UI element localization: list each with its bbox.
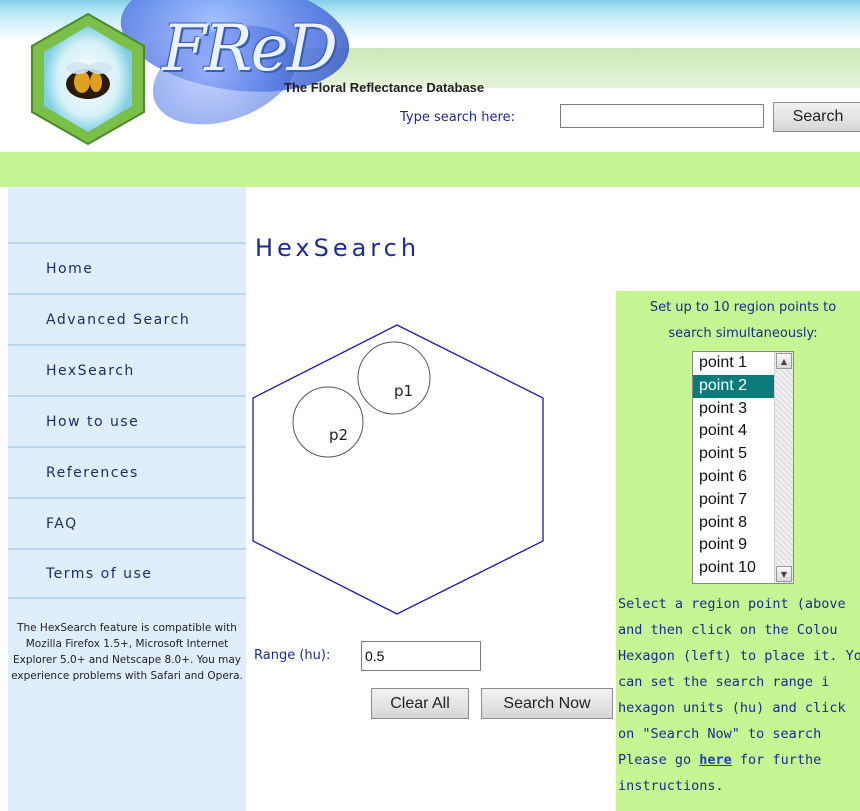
region-points-listbox[interactable]: point 1 point 2 point 3 point 4 point 5 … (692, 351, 794, 584)
listbox-option[interactable]: point 6 (693, 466, 779, 489)
listbox-option[interactable]: point 10 (693, 557, 779, 580)
instr-line: can set the search range i (618, 674, 830, 690)
site-logo-text: FReD (162, 12, 338, 86)
nav-item-how-to-use[interactable]: How to use (8, 395, 246, 446)
nav-item-advanced-search[interactable]: Advanced Search (8, 293, 246, 344)
listbox-option[interactable]: point 8 (693, 512, 779, 535)
page-title: HexSearch (255, 234, 421, 262)
panel-intro-line: search simultaneously: (668, 326, 818, 341)
instr-line: Hexagon (left) to place it. Yo (618, 648, 860, 664)
instr-line: Select a region point (above (618, 596, 846, 612)
panel-intro: Set up to 10 region points to search sim… (616, 295, 860, 347)
search-label: Type search here: (400, 110, 515, 125)
region-point-p2-label: p2 (329, 426, 348, 444)
nav-item-references[interactable]: References (8, 446, 246, 497)
range-label: Range (hu): (254, 648, 331, 663)
instr-line: hexagon units (hu) and click (618, 700, 846, 716)
listbox-option-selected[interactable]: point 2 (693, 374, 779, 398)
listbox-option[interactable]: point 3 (693, 398, 779, 421)
instructions-text: Select a region point (above and then cl… (618, 591, 860, 799)
search-input[interactable] (560, 104, 764, 128)
nav-item-faq[interactable]: FAQ (8, 497, 246, 548)
instr-line: for furthe (731, 752, 822, 768)
sidebar-nav: Home Advanced Search HexSearch How to us… (8, 242, 246, 599)
region-points-panel: Set up to 10 region points to search sim… (616, 291, 860, 811)
browser-compat-note: The HexSearch feature is compatible with… (11, 622, 243, 682)
search-now-button[interactable]: Search Now (481, 688, 613, 719)
scroll-up-icon[interactable]: ▲ (776, 353, 792, 369)
site-header: FReD The Floral Reflectance Database Typ… (0, 0, 860, 152)
bee-logo-icon[interactable] (28, 12, 148, 146)
listbox-option[interactable]: point 7 (693, 489, 779, 512)
listbox-options: point 1 point 2 point 3 point 4 point 5 … (693, 352, 779, 580)
search-button[interactable]: Search (773, 102, 860, 132)
listbox-option[interactable]: point 1 (693, 352, 779, 375)
listbox-option[interactable]: point 9 (693, 534, 779, 557)
nav-item-hexsearch[interactable]: HexSearch (8, 344, 246, 395)
range-input[interactable] (361, 641, 481, 671)
region-point-p1-label: p1 (394, 382, 413, 400)
region-point-p1-circle[interactable] (357, 341, 431, 415)
instr-line: instructions. (618, 778, 724, 794)
nav-item-terms-of-use[interactable]: Terms of use (8, 548, 246, 599)
listbox-option[interactable]: point 5 (693, 443, 779, 466)
listbox-option[interactable]: point 4 (693, 420, 779, 443)
nav-item-home[interactable]: Home (8, 242, 246, 293)
colour-hexagon[interactable]: p1 p2 (250, 318, 550, 618)
sidebar: Home Advanced Search HexSearch How to us… (8, 187, 246, 811)
region-point-p2-circle[interactable] (292, 386, 364, 458)
listbox-scrollbar[interactable]: ▲ ▼ (774, 352, 793, 583)
instr-line: Please go (618, 752, 700, 768)
clear-all-button[interactable]: Clear All (371, 688, 469, 719)
scroll-down-icon[interactable]: ▼ (776, 566, 792, 582)
instructions-here-link[interactable]: here (699, 752, 732, 768)
instr-line: on "Search Now" to search (618, 726, 822, 742)
hexagon-outline[interactable] (252, 324, 544, 615)
instr-line: and then click on the Colou (618, 622, 838, 638)
header-green-bar (0, 152, 860, 187)
site-tagline: The Floral Reflectance Database (284, 80, 485, 95)
panel-intro-line: Set up to 10 region points to (649, 300, 837, 315)
